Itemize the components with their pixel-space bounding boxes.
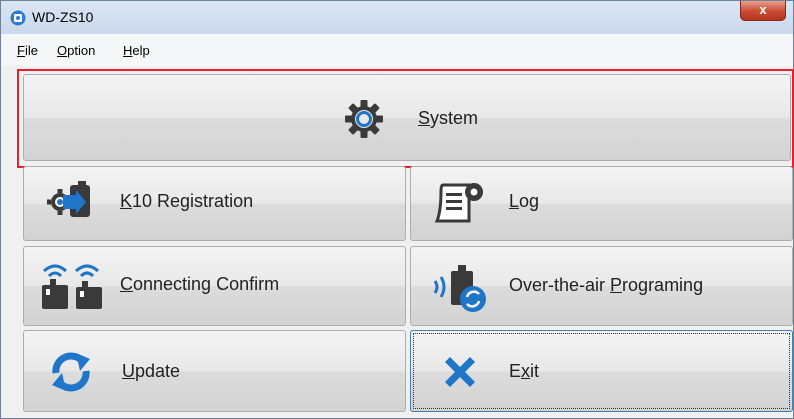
main-window: WD-ZS10 x File Option Help System K10 Re…	[0, 0, 794, 419]
k10-registration-icon	[47, 181, 90, 217]
exit-x-icon	[445, 357, 475, 387]
window-title: WD-ZS10	[32, 9, 94, 25]
connecting-confirm-button[interactable]: Connecting Confirm	[23, 246, 406, 326]
close-button[interactable]: x	[740, 1, 786, 21]
exit-label: Exit	[509, 361, 540, 381]
menu-file[interactable]: File	[17, 43, 38, 58]
k10-registration-label: K10 Registration	[120, 191, 254, 211]
log-label: Log	[509, 191, 540, 211]
exit-button[interactable]: Exit	[410, 330, 793, 412]
app-icon	[10, 10, 26, 26]
system-highlight-frame	[17, 69, 794, 168]
menu-help[interactable]: Help	[123, 43, 150, 58]
k10-registration-button[interactable]: K10 Registration	[23, 166, 406, 241]
connecting-confirm-icon	[42, 264, 102, 309]
update-button[interactable]: Update	[23, 330, 406, 412]
title-bar[interactable]: WD-ZS10 x	[1, 1, 793, 34]
update-label: Update	[122, 361, 181, 381]
content-area: System K10 Registration Log Connecting C…	[1, 66, 794, 418]
ota-programming-label: Over-the-air Programing	[509, 275, 704, 295]
connecting-confirm-label: Connecting Confirm	[120, 274, 280, 294]
log-button[interactable]: Log	[410, 166, 793, 241]
update-icon	[52, 352, 90, 392]
menu-bar: File Option Help	[1, 34, 793, 66]
ota-programming-icon	[433, 265, 486, 312]
ota-programming-button[interactable]: Over-the-air Programing	[410, 246, 793, 326]
log-icon	[434, 183, 483, 223]
menu-option[interactable]: Option	[57, 43, 95, 58]
